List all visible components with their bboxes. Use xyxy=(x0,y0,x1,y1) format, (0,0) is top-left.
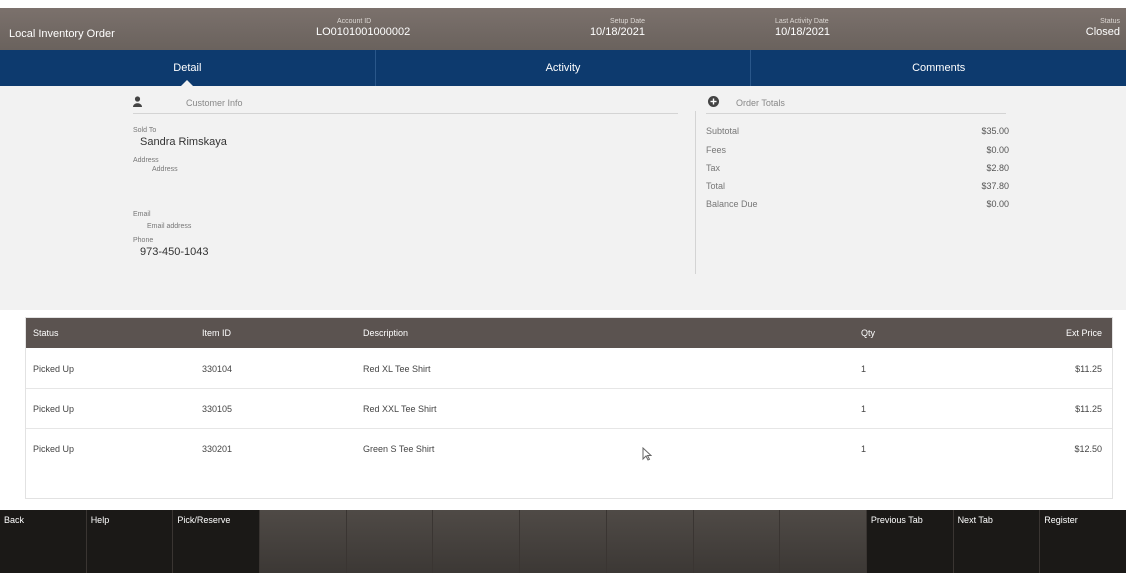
empty-button-6 xyxy=(693,510,781,573)
email-field: Email address xyxy=(147,223,192,230)
tax-label: Tax xyxy=(706,163,721,173)
empty-button-7 xyxy=(780,510,867,573)
order-header: Local Inventory Order Account ID LO01010… xyxy=(0,0,1126,50)
row-ext-price: $11.25 xyxy=(1075,404,1102,414)
items-table: Status Item ID Description Qty Ext Price… xyxy=(25,317,1113,499)
row-status: Picked Up xyxy=(33,444,75,454)
tab-comments[interactable]: Comments xyxy=(751,50,1126,86)
row-status: Picked Up xyxy=(33,364,75,374)
help-button[interactable]: Help xyxy=(87,510,174,573)
tab-activity[interactable]: Activity xyxy=(376,50,752,86)
row-description: Green S Tee Shirt xyxy=(363,444,435,454)
phone-label: Phone xyxy=(133,237,154,244)
last-activity-value: 10/18/2021 xyxy=(775,26,831,38)
tab-detail[interactable]: Detail xyxy=(0,50,376,87)
empty-button-4 xyxy=(520,510,607,573)
account-id-label: Account ID xyxy=(336,18,372,25)
col-qty[interactable]: Qty xyxy=(861,328,875,338)
last-activity-field: Last Activity Date 10/18/2021 xyxy=(775,18,830,38)
table-row[interactable]: Picked Up 330201 Green S Tee Shirt 1 $12… xyxy=(26,428,1112,468)
col-description[interactable]: Description xyxy=(363,328,408,338)
balance-due-value: $0.00 xyxy=(986,199,1009,209)
function-button-bar: Back Help Pick/Reserve Previous Tab Next… xyxy=(0,510,1126,573)
setup-date-value: 10/18/2021 xyxy=(589,26,645,38)
account-id-value: LO0101001000002 xyxy=(316,26,411,38)
tab-bar: Detail Activity Comments xyxy=(0,50,1126,87)
col-item-id[interactable]: Item ID xyxy=(202,328,231,338)
plus-circle-icon[interactable] xyxy=(708,96,719,109)
row-status: Picked Up xyxy=(33,404,75,414)
row-item-id: 330201 xyxy=(202,444,233,454)
tax-value: $2.80 xyxy=(986,163,1009,173)
balance-due-label: Balance Due xyxy=(706,199,758,209)
previous-tab-button[interactable]: Previous Tab xyxy=(867,510,954,573)
total-label: Total xyxy=(706,181,726,191)
customer-divider xyxy=(133,113,678,114)
status-field: Status Closed xyxy=(1060,18,1120,38)
empty-button-3 xyxy=(433,510,521,573)
setup-date-label: Setup Date xyxy=(609,18,645,25)
next-tab-button[interactable]: Next Tab xyxy=(954,510,1041,573)
register-button[interactable]: Register xyxy=(1040,510,1126,573)
detail-panel: Customer Info Sold To Sandra Rimskaya Ad… xyxy=(0,86,1126,310)
row-qty: 1 xyxy=(861,364,867,374)
row-description: Red XXL Tee Shirt xyxy=(363,404,437,414)
subtotal-value: $35.00 xyxy=(981,126,1009,136)
setup-date-field: Setup Date 10/18/2021 xyxy=(565,18,645,38)
fees-label: Fees xyxy=(706,145,727,155)
table-header: Status Item ID Description Qty Ext Price xyxy=(26,318,1112,348)
row-description: Red XL Tee Shirt xyxy=(363,364,431,374)
table-row[interactable]: Picked Up 330105 Red XXL Tee Shirt 1 $11… xyxy=(26,388,1112,429)
row-qty: 1 xyxy=(861,404,867,414)
customer-info-heading: Customer Info xyxy=(186,98,243,108)
page-title: Local Inventory Order xyxy=(9,28,115,40)
total-value: $37.80 xyxy=(981,181,1009,191)
empty-button-1 xyxy=(260,510,347,573)
person-icon xyxy=(133,96,142,109)
pick-reserve-button[interactable]: Pick/Reserve xyxy=(173,510,261,573)
row-item-id: 330104 xyxy=(202,364,233,374)
row-ext-price: $11.25 xyxy=(1075,364,1102,374)
address-label: Address xyxy=(133,157,159,164)
row-ext-price: $12.50 xyxy=(1074,444,1102,454)
col-status[interactable]: Status xyxy=(33,328,59,338)
status-label: Status xyxy=(1100,18,1120,25)
account-id-field: Account ID LO0101001000002 xyxy=(296,18,410,38)
row-qty: 1 xyxy=(861,444,867,454)
empty-button-5 xyxy=(606,510,694,573)
fees-value: $0.00 xyxy=(986,145,1009,155)
phone-value: 973-450-1043 xyxy=(140,246,209,258)
mouse-cursor-icon xyxy=(642,446,653,464)
order-totals-heading: Order Totals xyxy=(736,98,785,108)
address-field: Address xyxy=(152,166,178,173)
table-row[interactable]: Picked Up 330104 Red XL Tee Shirt 1 $11.… xyxy=(26,348,1112,389)
row-item-id: 330105 xyxy=(202,404,233,414)
sold-to-value: Sandra Rimskaya xyxy=(140,136,227,148)
subtotal-label: Subtotal xyxy=(706,126,740,136)
back-button[interactable]: Back xyxy=(0,510,87,573)
email-label: Email xyxy=(133,211,151,218)
col-ext-price[interactable]: Ext Price xyxy=(1066,328,1102,338)
last-activity-label: Last Activity Date xyxy=(775,18,829,25)
totals-divider xyxy=(706,113,1006,114)
empty-button-2 xyxy=(346,510,434,573)
status-value: Closed xyxy=(1085,26,1120,38)
section-divider xyxy=(695,111,696,274)
sold-to-label: Sold To xyxy=(133,127,157,134)
